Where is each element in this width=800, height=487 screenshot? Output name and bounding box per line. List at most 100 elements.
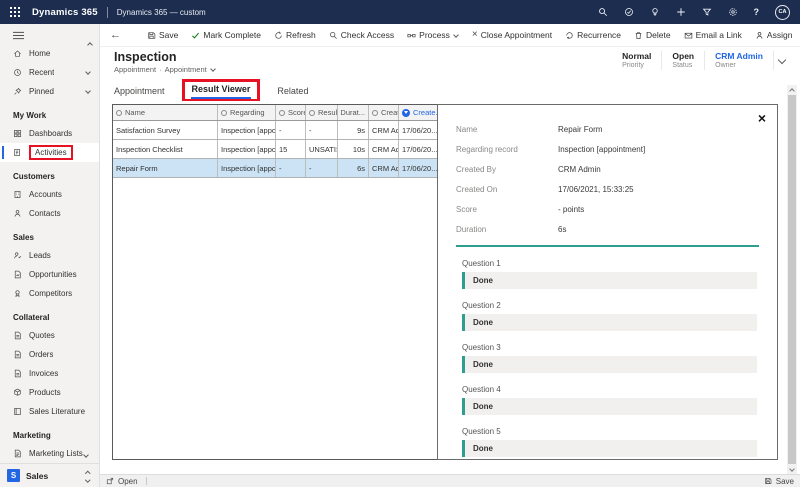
- help-icon[interactable]: ?: [754, 7, 760, 17]
- assign-button[interactable]: Assign: [755, 30, 792, 40]
- sidebar-item-products[interactable]: Products: [0, 383, 99, 402]
- column-header-name[interactable]: Name: [113, 105, 217, 120]
- sidebar-item-sales-literature[interactable]: Sales Literature: [0, 402, 99, 421]
- environment-name[interactable]: Dynamics 365 — custom: [117, 8, 206, 17]
- pin-icon: [13, 87, 22, 96]
- chevron-down-icon[interactable]: [209, 66, 216, 72]
- sidebar-scroll-down[interactable]: [83, 450, 89, 460]
- sidebar-item-accounts[interactable]: Accounts: [0, 185, 99, 204]
- sidebar-item-activities[interactable]: Activities: [0, 143, 99, 162]
- sidebar-item-home[interactable]: Home: [0, 44, 99, 63]
- app-name[interactable]: Dynamics 365: [32, 7, 98, 18]
- sidebar-item-dashboards[interactable]: Dashboards: [0, 124, 99, 143]
- question-answer: Done: [462, 356, 757, 373]
- gear-icon[interactable]: [728, 7, 738, 17]
- plus-icon[interactable]: [676, 7, 686, 17]
- envelope-icon: [684, 31, 693, 40]
- sidebar-item-contacts[interactable]: Contacts: [0, 204, 99, 223]
- column-header-createdby[interactable]: Creat...: [368, 105, 398, 120]
- chevron-down-icon[interactable]: [85, 88, 91, 94]
- avatar[interactable]: CA: [775, 4, 790, 20]
- vertical-scrollbar[interactable]: [787, 85, 797, 474]
- tab-related[interactable]: Related: [277, 86, 308, 101]
- area-switch-chevrons-icon[interactable]: [84, 469, 93, 482]
- field-label: Name: [456, 125, 478, 134]
- recurrence-button[interactable]: Recurrence: [565, 30, 621, 40]
- delete-button[interactable]: Delete: [634, 30, 671, 40]
- popout-button[interactable]: Open: [106, 477, 138, 486]
- search-icon[interactable]: [598, 7, 608, 17]
- scrollbar-thumb[interactable]: [788, 95, 796, 464]
- header-expand-chevron[interactable]: [777, 55, 787, 66]
- sidebar-item-opportunities[interactable]: Opportunities: [0, 265, 99, 284]
- process-button[interactable]: Process: [407, 30, 459, 40]
- question-answer: Done: [462, 272, 757, 289]
- statusbar-save-button[interactable]: Save: [764, 477, 794, 486]
- menu-icon[interactable]: [0, 24, 99, 44]
- check-access-button[interactable]: Check Access: [329, 30, 394, 40]
- field-value: 6s: [558, 225, 567, 234]
- priority-value: Normal: [622, 51, 652, 61]
- sidebar-item-pinned[interactable]: Pinned: [0, 82, 99, 101]
- tab-result-viewer[interactable]: Result Viewer: [190, 84, 252, 99]
- sidebar-group-title: Sales: [13, 233, 34, 242]
- column-header-score[interactable]: Score: [275, 105, 305, 120]
- column-icon: [372, 109, 378, 116]
- tab-appointment[interactable]: Appointment: [114, 86, 165, 101]
- tab-content: Name Regarding Score Result Durat... Cre…: [100, 101, 800, 474]
- column-header-duration[interactable]: Durat...: [337, 105, 368, 120]
- record-type: Appointment: [114, 65, 157, 74]
- check-circle-icon[interactable]: [624, 7, 634, 17]
- close-panel-icon[interactable]: ×: [758, 111, 766, 125]
- refresh-icon: [274, 31, 283, 40]
- table-row[interactable]: Inspection Checklist Inspection [appoi..…: [113, 140, 438, 159]
- lightbulb-icon[interactable]: [650, 7, 660, 17]
- sidebar-item-invoices[interactable]: Invoices: [0, 364, 99, 383]
- header-summary: Normal Priority Open Status CRM Admin Ow…: [612, 51, 787, 70]
- mark-complete-button[interactable]: Mark Complete: [191, 30, 261, 40]
- statusbar-divider: [145, 477, 147, 485]
- question-item: Question 4 Done: [462, 385, 757, 415]
- home-icon: [13, 49, 22, 58]
- field-label: Regarding record: [456, 145, 518, 154]
- column-header-result[interactable]: Result: [305, 105, 337, 120]
- back-button[interactable]: ←: [110, 29, 121, 41]
- sidebar-item-leads[interactable]: Leads: [0, 246, 99, 265]
- table-row[interactable]: Satisfaction Survey Inspection [appoi...…: [113, 121, 438, 140]
- form-selector[interactable]: Appointment: [165, 65, 207, 74]
- waffle-icon[interactable]: [10, 7, 20, 17]
- scroll-up-icon[interactable]: [789, 85, 795, 95]
- table-row-selected[interactable]: Repair Form Inspection [appoi... - - 6s …: [113, 159, 438, 178]
- scroll-down-icon[interactable]: [789, 464, 795, 474]
- question-label: Question 5: [462, 427, 501, 436]
- close-appointment-button[interactable]: × Close Appointment: [472, 30, 552, 41]
- save-button[interactable]: Save: [147, 30, 178, 40]
- column-header-regarding[interactable]: Regarding: [217, 105, 275, 120]
- owner-value[interactable]: CRM Admin: [715, 51, 763, 61]
- teal-divider: [456, 245, 759, 247]
- column-header-createdon-sorted[interactable]: Create...: [398, 105, 438, 120]
- column-icon: [221, 109, 227, 116]
- statusbar-state: Open: [118, 476, 138, 486]
- field-value: CRM Admin: [558, 165, 601, 174]
- recurrence-icon: [565, 31, 574, 40]
- floppy-icon: [147, 31, 156, 40]
- column-icon: [116, 109, 122, 116]
- results-grid: Name Regarding Score Result Durat... Cre…: [112, 104, 439, 460]
- badge-icon: [13, 289, 22, 298]
- refresh-button[interactable]: Refresh: [274, 30, 316, 40]
- process-icon: [407, 31, 416, 40]
- sidebar-group-title: Collateral: [13, 313, 50, 322]
- area-switcher[interactable]: S Sales: [0, 463, 99, 487]
- person-icon: [13, 209, 22, 218]
- sidebar-item-orders[interactable]: Orders: [0, 345, 99, 364]
- sidebar-item-competitors[interactable]: Competitors: [0, 284, 99, 303]
- chevron-down-icon[interactable]: [85, 69, 91, 75]
- sidebar-item-quotes[interactable]: Quotes: [0, 326, 99, 345]
- status-bar: Open Save: [100, 474, 800, 487]
- filter-icon[interactable]: [702, 7, 712, 17]
- building-icon: [13, 190, 22, 199]
- email-link-button[interactable]: Email a Link: [684, 30, 742, 40]
- sidebar-item-recent[interactable]: Recent: [0, 63, 99, 82]
- question-label: Question 1: [462, 259, 501, 268]
